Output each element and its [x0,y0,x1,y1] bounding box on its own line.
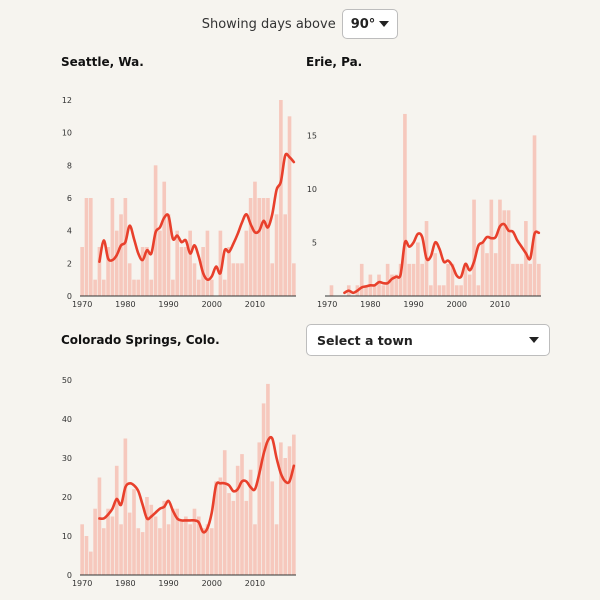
bar [140,532,145,575]
bar [279,442,283,575]
bar [222,450,227,575]
bar [227,493,231,575]
y-tick-label: 40 [62,415,72,424]
bar [110,516,115,575]
bar [240,454,244,575]
y-tick-label: 50 [62,376,72,385]
bar [179,520,184,575]
bar [158,528,162,575]
town-select-dropdown[interactable]: Select a town [306,324,550,356]
bar [209,528,214,575]
x-tick-label: 2000 [202,579,222,588]
bar [188,524,192,575]
bar [145,497,149,575]
bar [184,516,188,575]
bar [97,477,102,575]
y-tick-label: 20 [62,493,72,502]
chevron-down-icon [529,337,539,343]
bar [162,500,167,575]
bar [244,500,249,575]
bar [270,481,275,575]
town-select-label: Select a town [317,332,413,348]
chart-colorado-springs: 010203040501970 1980 1990 2000 2010 [62,376,296,588]
bar [119,524,123,575]
bar [192,508,197,575]
bar [127,512,132,575]
x-tick-label: 1970 [72,579,92,588]
bar [287,446,292,575]
bar [114,465,119,575]
x-tick-label: 1980 [115,579,135,588]
bar [88,551,93,575]
bar [132,489,136,575]
bar [235,465,240,575]
bar [261,403,266,575]
y-tick-label: 10 [62,532,72,541]
bar [101,528,106,575]
bar [84,536,89,575]
bar [266,383,270,575]
bar [283,458,288,575]
x-tick-label: 2010 [245,579,265,588]
bar [136,528,141,575]
bar [292,434,296,575]
bar [123,438,128,575]
bar [218,477,223,575]
bar [253,524,257,575]
bar [80,524,84,575]
bar [166,524,171,575]
y-tick-label: 30 [62,454,72,463]
bar [171,508,175,575]
bar [106,508,110,575]
bar [153,516,158,575]
bar [201,528,205,575]
bar [93,508,97,575]
x-tick-label: 1990 [158,579,178,588]
bar [274,524,279,575]
bar [231,500,236,575]
